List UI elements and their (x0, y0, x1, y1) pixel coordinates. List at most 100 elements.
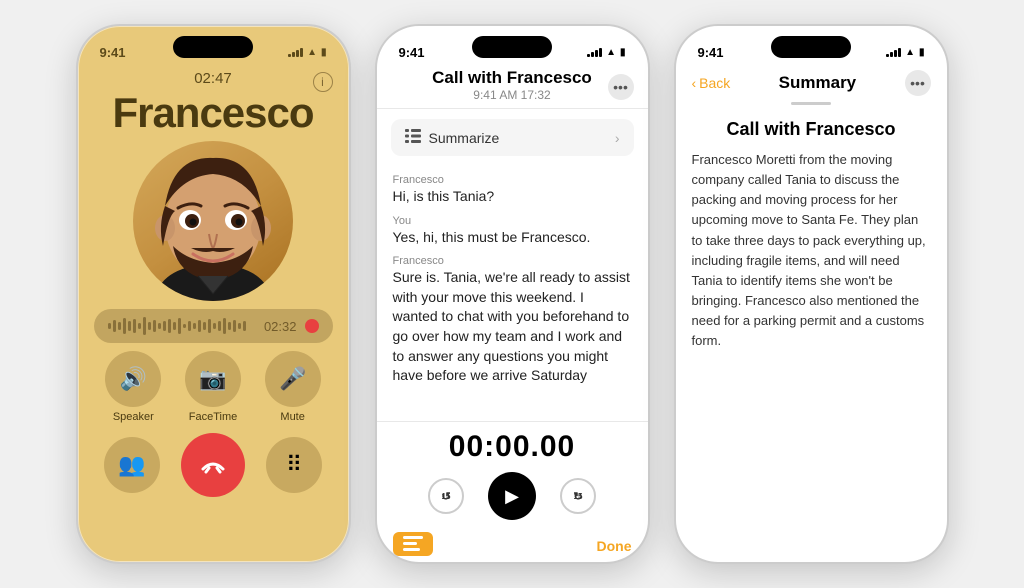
status-icons-1: ▲ ▮ (288, 47, 326, 58)
summary-content: Call with Francesco Francesco Moretti fr… (676, 111, 947, 562)
wifi-icon-1: ▲ (307, 47, 317, 58)
end-call-button[interactable] (181, 433, 245, 497)
bar2 (292, 52, 295, 57)
wave-bar (128, 321, 131, 331)
summarize-icon (405, 129, 421, 146)
wave-bar (208, 319, 211, 333)
phone-summary-screen: 9:41 ▲ ▮ ‹ Back Summary ••• Call with Fr… (674, 24, 949, 564)
status-time-2: 9:41 (399, 45, 425, 60)
bar4 (300, 48, 303, 57)
rewind-button[interactable]: ↺ 15 (428, 478, 464, 514)
wave-bar (203, 322, 206, 330)
back-label: Back (699, 75, 730, 91)
forward-15-label: 15 (574, 492, 583, 501)
bar1 (886, 54, 889, 57)
dynamic-island-2 (472, 36, 552, 58)
wifi-icon-2: ▲ (606, 47, 616, 58)
back-chevron-icon: ‹ (692, 75, 697, 91)
summary-text: Francesco Moretti from the moving compan… (692, 150, 931, 351)
bar3 (595, 50, 598, 57)
speaker-button[interactable]: 🔊 Speaker (105, 351, 161, 423)
chevron-right-icon: › (615, 130, 620, 146)
divider (791, 102, 831, 105)
keypad-button[interactable]: ⠿ (266, 437, 322, 493)
end-call-icon (199, 451, 227, 479)
msg-text-1: Yes, hi, this must be Francesco. (393, 228, 632, 248)
status-time-1: 9:41 (100, 45, 126, 60)
bar1 (587, 54, 590, 57)
phone-call-screen: 9:41 ▲ ▮ i 02:47 Francesco (76, 24, 351, 564)
bar4 (898, 48, 901, 57)
wave-bar (133, 319, 136, 333)
wave-bar (198, 320, 201, 332)
bar3 (894, 50, 897, 57)
memoji-svg (143, 146, 283, 301)
wave-bar (143, 317, 146, 335)
bar3 (296, 50, 299, 57)
mute-label: Mute (280, 411, 304, 423)
wave-bar (243, 321, 246, 331)
summarize-left: Summarize (405, 129, 500, 146)
wave-bar (123, 318, 126, 334)
waveform-bar: 02:32 (94, 309, 333, 343)
msg-text-0: Hi, is this Tania? (393, 187, 632, 207)
call-controls-row2: 👥 ⠿ (94, 433, 333, 497)
status-time-3: 9:41 (698, 45, 724, 60)
dynamic-island-3 (771, 36, 851, 58)
mute-icon-circle: 🎤 (265, 351, 321, 407)
wave-bar (118, 322, 121, 330)
waveform-timer: 02:32 (264, 319, 297, 334)
ellipsis-button-3[interactable]: ••• (905, 70, 931, 96)
wave-bar (228, 322, 231, 330)
wave-bar (148, 322, 151, 330)
msg-text-2: Sure is. Tania, we're all ready to assis… (393, 268, 632, 386)
list-icon (405, 129, 421, 143)
facetime-label: FaceTime (189, 411, 238, 423)
facetime-button[interactable]: 📷 FaceTime (185, 351, 241, 423)
summarize-label: Summarize (429, 130, 500, 146)
status-icons-2: ▲ ▮ (587, 47, 625, 58)
signal-bars-3 (886, 47, 901, 57)
signal-bars-2 (587, 47, 602, 57)
back-button[interactable]: ‹ Back (692, 75, 731, 91)
bar2 (591, 52, 594, 57)
bar4 (599, 48, 602, 57)
wave-bar (173, 322, 176, 330)
waveform-visual (108, 317, 256, 335)
transcript-messages: Francesco Hi, is this Tania? You Yes, hi… (377, 166, 648, 421)
play-button[interactable]: ▶ (488, 472, 536, 520)
wave-bar (158, 323, 161, 329)
summary-nav-title: Summary (779, 73, 856, 93)
wave-bar (108, 323, 111, 329)
call-controls-row1: 🔊 Speaker 📷 FaceTime 🎤 Mute (94, 351, 333, 423)
mute-button[interactable]: 🎤 Mute (265, 351, 321, 423)
bar2 (890, 52, 893, 57)
battery-icon-3: ▮ (919, 47, 925, 58)
call-content: 02:47 Francesco (78, 68, 349, 562)
playback-time: 00:00.00 (449, 430, 575, 464)
battery-icon-2: ▮ (620, 47, 626, 58)
msg-speaker-0: Francesco (393, 174, 632, 186)
wave-bar (238, 323, 241, 329)
summary-nav: ‹ Back Summary ••• (676, 68, 947, 102)
transcript-title: Call with Francesco (432, 68, 592, 88)
phone-transcript-screen: 9:41 ▲ ▮ Call with Francesco 9:41 AM 17:… (375, 24, 650, 564)
play-icon: ▶ (505, 486, 519, 507)
transcript-footer: Done (377, 526, 648, 562)
contacts-button[interactable]: 👥 (104, 437, 160, 493)
caller-name: Francesco (112, 89, 313, 137)
summarize-row[interactable]: Summarize › (391, 119, 634, 156)
forward-button[interactable]: ↻ 15 (560, 478, 596, 514)
footer-icon (393, 532, 433, 556)
wave-bar (223, 318, 226, 334)
ellipsis-button-2[interactable]: ••• (608, 74, 634, 100)
wave-bar (163, 321, 166, 331)
rewind-15-label: 15 (442, 492, 451, 501)
wifi-icon-3: ▲ (905, 47, 915, 58)
msg-speaker-1: You (393, 215, 632, 227)
transcript-subtitle: 9:41 AM 17:32 (473, 88, 550, 102)
bar1 (288, 54, 291, 57)
done-button[interactable]: Done (597, 538, 632, 554)
msg-speaker-2: Francesco (393, 255, 632, 267)
info-button[interactable]: i (313, 72, 333, 92)
